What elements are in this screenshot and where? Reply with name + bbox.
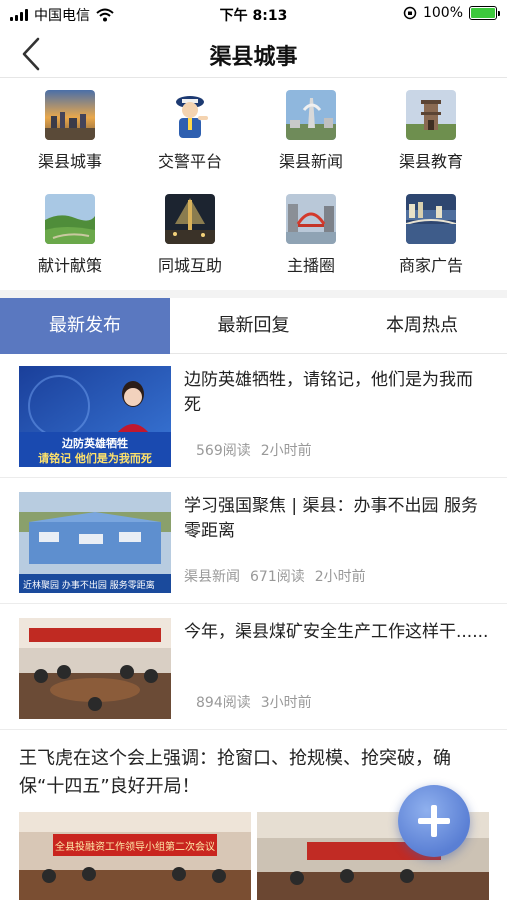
grid-item-city-affairs[interactable]: 渠县城事 (10, 86, 130, 176)
battery-percent: 100% (422, 5, 463, 21)
tab-bar: 最新发布 最新回复 本周热点 (0, 298, 507, 354)
post-time: 2小时前 (260, 443, 312, 459)
red-bridge-icon (286, 194, 336, 244)
grid-label: 商家广告 (398, 256, 463, 275)
news-item[interactable]: 今年，渠县煤矿安全生产工作这样干...... 894阅读 3小时前 (0, 606, 507, 730)
post-time: 2小时前 (314, 569, 366, 585)
grid-item-traffic-police[interactable]: 交警平台 (130, 86, 250, 176)
battery-icon (469, 6, 500, 20)
city-sunset-icon (45, 90, 95, 140)
news-meta: 569阅读 2小时前 (196, 440, 312, 460)
news-source: 渠县新闻 (184, 569, 240, 585)
post-time: 3小时前 (260, 695, 312, 711)
tab-latest-posts[interactable]: 最新发布 (0, 298, 170, 354)
news-item[interactable]: 边防英雄牺牲 请铭记 他们是为我而死 边防英雄牺牲，请铭记，他们是为我而死 56… (0, 354, 507, 478)
grid-item-county-education[interactable]: 渠县教育 (371, 86, 491, 176)
read-count: 671阅读 (250, 569, 305, 585)
green-field-icon (45, 194, 95, 244)
news-meta: 894阅读 3小时前 (196, 692, 312, 712)
news-title: 今年，渠县煤矿安全生产工作这样干...... (184, 622, 489, 642)
status-right: 100% (403, 5, 500, 21)
grid-item-suggestions[interactable]: 献计献策 (10, 190, 130, 280)
orientation-lock-icon (403, 6, 417, 20)
banner-text: 全县投融资工作领导小组第二次会议 (55, 842, 215, 853)
news-thumbnail: 边防英雄牺牲 请铭记 他们是为我而死 (19, 366, 171, 467)
grid-item-merchant-ads[interactable]: 商家广告 (371, 190, 491, 280)
news-thumbnail: 近林聚园 办事不出园 服务零距离 (19, 492, 171, 593)
news-thumbnail (19, 618, 171, 719)
tab-weekly-hot[interactable]: 本周热点 (337, 298, 507, 354)
traffic-police-icon (165, 90, 215, 140)
status-bar: 中国电信 下午 8:13 100% (0, 0, 507, 28)
grid-item-anchor-circle[interactable]: 主播圈 (251, 190, 371, 280)
monument-icon (286, 90, 336, 140)
tab-latest-replies[interactable]: 最新回复 (170, 298, 337, 354)
news-title: 学习强国聚焦 | 渠县：办事不出园 服务零距离 (184, 496, 478, 541)
thumb-caption: 边防英雄牺牲 (62, 437, 128, 450)
grid-label: 同城互助 (157, 256, 222, 275)
page-title: 渠县城事 (209, 45, 298, 70)
section-divider (0, 290, 507, 298)
read-count: 569阅读 (196, 443, 251, 459)
river-city-icon (406, 194, 456, 244)
light-tower-icon (165, 194, 215, 244)
battery-fill (471, 8, 495, 18)
nav-bar: 渠县城事 (0, 28, 507, 78)
article-photo[interactable]: 全县投融资工作领导小组第二次会议 (19, 812, 251, 900)
ancient-tower-icon (406, 90, 456, 140)
news-meta: 渠县新闻 671阅读 2小时前 (184, 566, 366, 586)
grid-label: 主播圈 (286, 256, 335, 275)
grid-label: 献计献策 (37, 256, 102, 275)
grid-label: 渠县城事 (37, 152, 102, 171)
grid-label: 交警平台 (157, 152, 222, 171)
news-title: 边防英雄牺牲，请铭记，他们是为我而死 (184, 370, 473, 415)
grid-item-county-news[interactable]: 渠县新闻 (251, 86, 371, 176)
grid-label: 渠县新闻 (278, 152, 343, 171)
thumb-caption: 请铭记 他们是为我而死 (38, 452, 152, 465)
read-count: 894阅读 (196, 695, 251, 711)
thumb-caption: 近林聚园 办事不出园 服务零距离 (23, 581, 155, 591)
category-grid: 渠县城事 交警平台 渠县新闻 渠县教育 献计献策 同城互助 主播圈 商家广告 (0, 86, 507, 286)
grid-label: 渠县教育 (398, 152, 463, 171)
news-item[interactable]: 近林聚园 办事不出园 服务零距离 学习强国聚焦 | 渠县：办事不出园 服务零距离… (0, 480, 507, 604)
grid-item-mutual-help[interactable]: 同城互助 (130, 190, 250, 280)
add-post-button[interactable] (398, 785, 470, 857)
